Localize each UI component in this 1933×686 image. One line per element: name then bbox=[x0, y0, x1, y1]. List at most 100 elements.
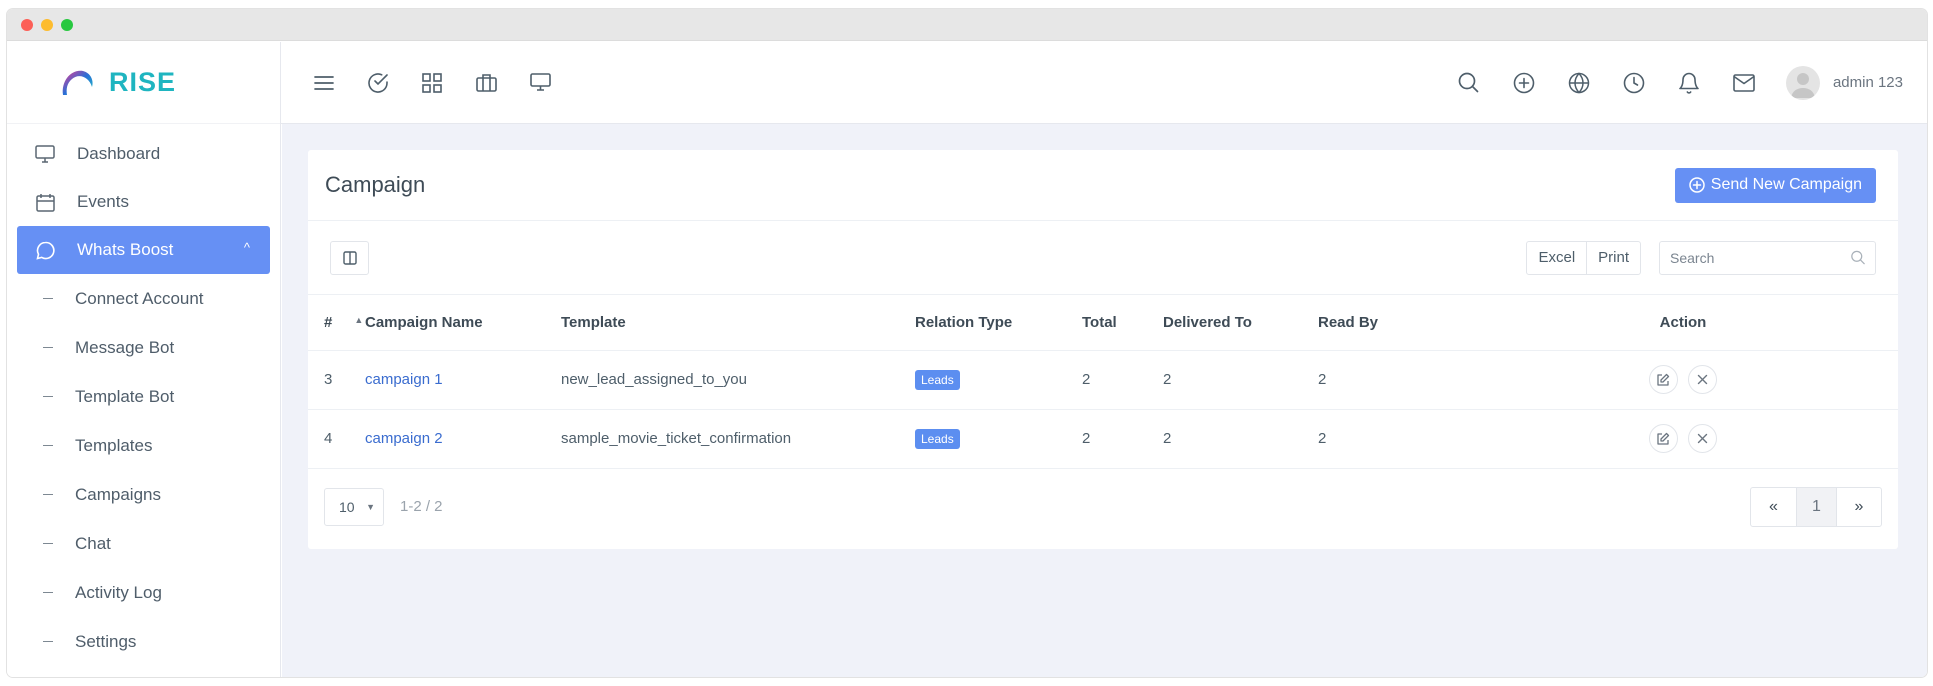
search-icon bbox=[1851, 250, 1865, 265]
check-circle-icon[interactable] bbox=[365, 70, 391, 96]
column-header-action: Action bbox=[1468, 295, 1898, 351]
column-header-campaign-name[interactable]: Campaign Name bbox=[365, 295, 561, 351]
relation-badge: Leads bbox=[915, 370, 960, 390]
brand-logo[interactable]: RISE bbox=[7, 42, 280, 124]
sidebar-subitem-templates[interactable]: Templates bbox=[7, 421, 280, 470]
dash-icon bbox=[43, 396, 53, 397]
brand-name: RISE bbox=[109, 67, 177, 97]
dash-icon bbox=[43, 445, 53, 446]
table-row: 3 campaign 1 new_lead_assigned_to_you Le… bbox=[308, 350, 1898, 410]
column-header-id[interactable]: # ▲ bbox=[308, 295, 365, 351]
sidebar-subitem-label: Connect Account bbox=[75, 288, 204, 308]
sidebar-subitem-label: Templates bbox=[75, 435, 153, 455]
sidebar-item-whats-boost[interactable]: Whats Boost ^ bbox=[17, 226, 270, 274]
cell-relation-type: Leads bbox=[915, 409, 1082, 469]
sidebar-subitem-label: Template Bot bbox=[75, 386, 175, 406]
brand-logo-icon bbox=[62, 70, 93, 95]
cell-read-by: 2 bbox=[1318, 409, 1468, 469]
campaign-card: Campaign Send New Campaign Excel Print S… bbox=[308, 150, 1898, 549]
edit-button[interactable] bbox=[1648, 424, 1678, 453]
table-header-row: # ▲ Campaign Name Template Relation Type … bbox=[308, 295, 1898, 351]
delete-button[interactable] bbox=[1688, 365, 1718, 394]
sidebar-subitem-chat[interactable]: Chat bbox=[7, 519, 280, 568]
page-title: Campaign bbox=[325, 172, 426, 197]
cell-template: sample_movie_ticket_confirmation bbox=[561, 409, 915, 469]
caret-down-icon: ▼ bbox=[366, 501, 375, 512]
previous-page-button[interactable]: « bbox=[1751, 488, 1796, 526]
cell-relation-type: Leads bbox=[915, 350, 1082, 410]
sidebar-subitem-campaigns[interactable]: Campaigns bbox=[7, 470, 280, 519]
chevron-up-icon[interactable]: ^ bbox=[244, 240, 250, 255]
chat-bubble-icon bbox=[33, 238, 57, 262]
cell-delivered-to: 2 bbox=[1163, 350, 1318, 410]
sidebar-subitem-connect-account[interactable]: Connect Account bbox=[7, 274, 280, 323]
grid-icon[interactable] bbox=[419, 70, 445, 96]
column-header-read-by[interactable]: Read By bbox=[1318, 295, 1468, 351]
monitor-icon bbox=[33, 142, 57, 166]
menu-icon[interactable] bbox=[311, 70, 337, 96]
search-box bbox=[1659, 240, 1876, 275]
excel-button[interactable]: Excel bbox=[1527, 242, 1586, 274]
bell-icon[interactable] bbox=[1676, 70, 1702, 96]
campaign-link[interactable]: campaign 2 bbox=[365, 430, 443, 447]
page-size-value: 10 bbox=[339, 498, 355, 515]
sidebar-item-label: Whats Boost bbox=[77, 240, 174, 259]
page-size-select[interactable]: 10 ▼ bbox=[324, 487, 384, 526]
sidebar-subitem-label: Campaigns bbox=[75, 484, 161, 504]
column-header-total[interactable]: Total bbox=[1082, 295, 1163, 351]
edit-icon bbox=[1657, 373, 1670, 386]
globe-icon[interactable] bbox=[1566, 70, 1592, 96]
top-navbar: admin 123 bbox=[281, 42, 1927, 124]
sidebar-item-label: Dashboard bbox=[77, 144, 161, 163]
sort-asc-icon: ▲ bbox=[354, 314, 364, 325]
campaign-table: # ▲ Campaign Name Template Relation Type … bbox=[308, 295, 1898, 469]
sidebar-subitem-template-bot[interactable]: Template Bot bbox=[7, 372, 280, 421]
relation-badge: Leads bbox=[915, 429, 960, 449]
edit-button[interactable] bbox=[1648, 365, 1678, 394]
column-header-relation-type[interactable]: Relation Type bbox=[915, 295, 1082, 351]
dash-icon bbox=[43, 641, 53, 642]
user-silhouette-icon bbox=[1790, 72, 1815, 98]
sidebar-subitem-settings[interactable]: Settings bbox=[7, 617, 280, 666]
cell-read-by: 2 bbox=[1318, 350, 1468, 410]
avatar[interactable] bbox=[1785, 65, 1820, 100]
close-window-dot[interactable] bbox=[21, 18, 33, 31]
page-1-button[interactable]: 1 bbox=[1796, 487, 1836, 526]
clock-icon[interactable] bbox=[1621, 70, 1647, 96]
window-titlebar bbox=[7, 9, 1927, 41]
user-name[interactable]: admin 123 bbox=[1833, 74, 1903, 91]
send-new-campaign-button[interactable]: Send New Campaign bbox=[1674, 167, 1876, 203]
pagination: « 1 » bbox=[1750, 486, 1882, 527]
search-icon[interactable] bbox=[1456, 70, 1482, 96]
dash-icon bbox=[43, 298, 53, 299]
dash-icon bbox=[43, 494, 53, 495]
briefcase-icon[interactable] bbox=[473, 70, 499, 96]
plus-circle-icon[interactable] bbox=[1511, 70, 1537, 96]
pagination-range: 1-2 / 2 bbox=[400, 498, 443, 515]
cell-total: 2 bbox=[1082, 350, 1163, 410]
table-footer: 10 ▼ 1-2 / 2 « 1 » bbox=[308, 469, 1898, 545]
sidebar-subitem-label: Settings bbox=[75, 631, 137, 651]
campaign-link[interactable]: campaign 1 bbox=[365, 371, 443, 388]
cell-template: new_lead_assigned_to_you bbox=[561, 350, 915, 410]
column-header-template[interactable]: Template bbox=[561, 295, 915, 351]
column-header-delivered-to[interactable]: Delivered To bbox=[1163, 295, 1318, 351]
next-page-button[interactable]: » bbox=[1836, 487, 1881, 526]
cell-id: 4 bbox=[308, 409, 365, 469]
sidebar-subitem-activity-log[interactable]: Activity Log bbox=[7, 568, 280, 617]
column-visibility-button[interactable] bbox=[330, 240, 369, 275]
cell-id: 3 bbox=[308, 350, 365, 410]
sidebar-item-dashboard[interactable]: Dashboard bbox=[7, 130, 280, 178]
delete-button[interactable] bbox=[1688, 424, 1718, 453]
monitor-icon[interactable] bbox=[527, 70, 553, 96]
mail-icon[interactable] bbox=[1731, 70, 1757, 96]
maximize-window-dot[interactable] bbox=[61, 18, 73, 31]
minimize-window-dot[interactable] bbox=[41, 18, 53, 31]
print-button[interactable]: Print bbox=[1586, 241, 1640, 274]
sidebar-subitem-label: Message Bot bbox=[75, 337, 175, 357]
sidebar-item-events[interactable]: Events bbox=[7, 178, 280, 226]
cell-total: 2 bbox=[1082, 409, 1163, 469]
search-input[interactable] bbox=[1670, 249, 1851, 266]
sidebar-subitem-message-bot[interactable]: Message Bot bbox=[7, 323, 280, 372]
columns-icon bbox=[342, 250, 357, 265]
